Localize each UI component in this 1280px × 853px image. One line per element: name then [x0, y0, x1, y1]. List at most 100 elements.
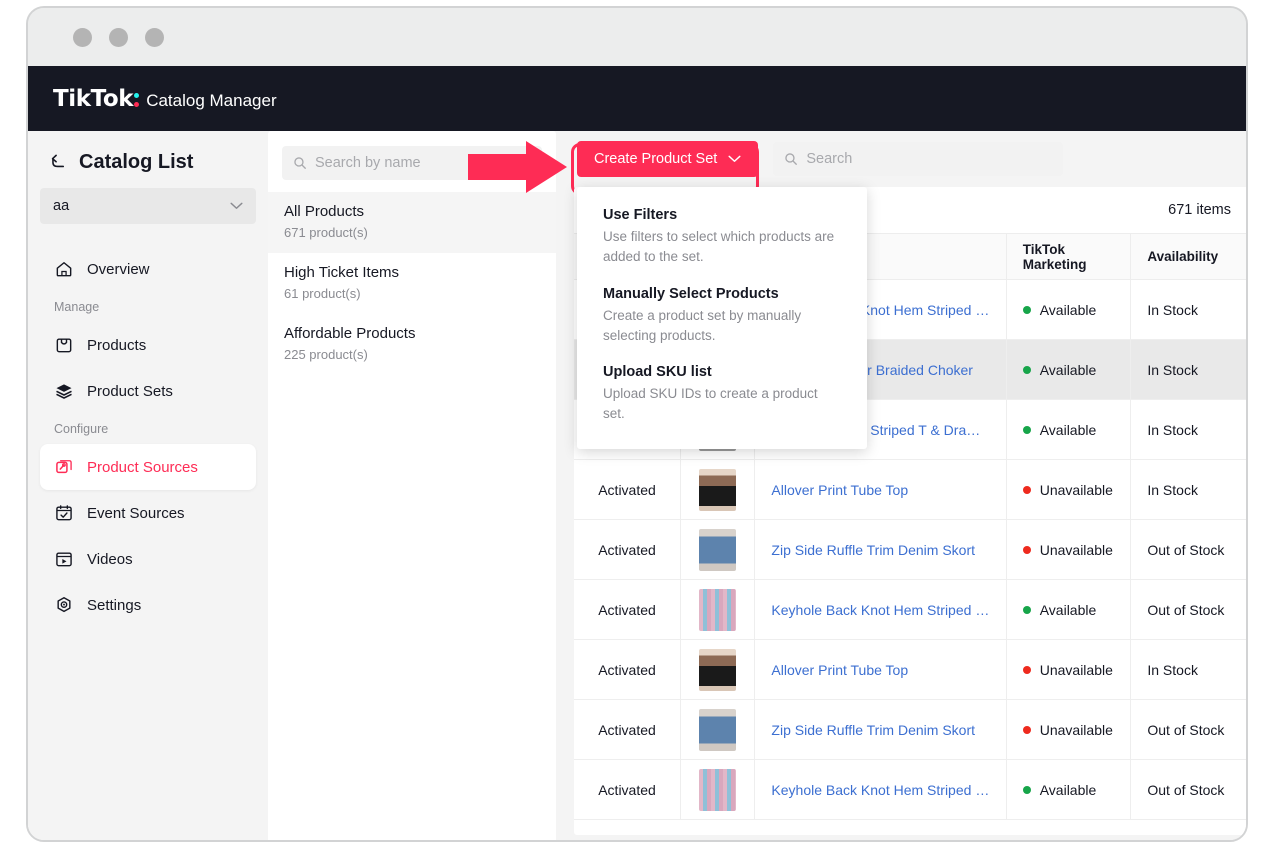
sidebar-item-overview[interactable]: Overview — [40, 246, 256, 292]
layers-icon — [54, 381, 74, 401]
sidebar-item-label: Product Sets — [87, 383, 173, 400]
product-thumbnail — [699, 709, 736, 751]
catalog-item-affordable-products[interactable]: Affordable Products 225 product(s) — [268, 314, 556, 375]
sidebar-item-label: Overview — [87, 261, 150, 278]
cell-name: Allover Print Tube Top — [755, 460, 1006, 520]
sidebar-item-label: Settings — [87, 597, 141, 614]
product-searchbox[interactable] — [773, 142, 1063, 176]
create-product-set-menu: Use Filters Use filters to select which … — [577, 187, 867, 449]
catalog-list-title: Catalog List — [79, 151, 193, 174]
bag-icon — [54, 335, 74, 355]
product-name-link[interactable]: Allover Print Tube Top — [771, 482, 989, 498]
cell-thumbnail — [681, 580, 755, 640]
status-dot-available — [1023, 786, 1031, 794]
menu-item-use-filters[interactable]: Use Filters Use filters to select which … — [577, 201, 867, 280]
catalog-list-header[interactable]: Catalog List — [40, 145, 256, 188]
table-row[interactable]: Activated Allover Print Tube Top Unavail… — [574, 460, 1248, 520]
app-viewport: TikTok Catalog Manager Catalog List aa — [28, 66, 1248, 842]
cell-thumbnail — [681, 700, 755, 760]
cell-name: Keyhole Back Knot Hem Striped BlousE — [755, 580, 1006, 640]
catalog-item-count: 61 product(s) — [284, 286, 540, 301]
table-row[interactable]: Activated Zip Side Ruffle Trim Denim Sko… — [574, 700, 1248, 760]
window-close-dot[interactable] — [73, 28, 92, 47]
cell-thumbnail — [681, 760, 755, 820]
cell-thumbnail — [681, 520, 755, 580]
sidebar-item-label: Product Sources — [87, 459, 198, 476]
table-row[interactable]: Activated Keyhole Back Knot Hem Striped … — [574, 580, 1248, 640]
cell-availability: In Stock — [1131, 340, 1248, 400]
cell-availability: In Stock — [1131, 640, 1248, 700]
cell-status: Activated — [574, 520, 681, 580]
status-dot-available — [1023, 426, 1031, 434]
window-minimize-dot[interactable] — [109, 28, 128, 47]
menu-item-manually-select-products[interactable]: Manually Select Products Create a produc… — [577, 280, 867, 359]
items-count: 671 items — [1168, 202, 1231, 218]
sidebar-item-settings[interactable]: Settings — [40, 582, 256, 628]
create-product-set-button[interactable]: Create Product Set — [577, 141, 758, 177]
menu-item-upload-sku-list[interactable]: Upload SKU list Upload SKU IDs to create… — [577, 358, 867, 437]
product-name-link[interactable]: Zip Side Ruffle Trim Denim Skort — [771, 542, 989, 558]
account-selector[interactable]: aa — [40, 188, 256, 224]
table-row[interactable]: Activated Keyhole Back Knot Hem Striped … — [574, 760, 1248, 820]
create-product-set-wrapper: Create Product Set Use Filters Use filte… — [577, 141, 758, 177]
marketing-status: Unavailable — [1040, 542, 1113, 558]
back-arrow-icon — [49, 153, 68, 172]
sidebar-group-configure: Configure — [40, 414, 256, 444]
catalog-item-high-ticket-items[interactable]: High Ticket Items 61 product(s) — [268, 253, 556, 314]
product-name-link[interactable]: Keyhole Back Knot Hem Striped BlousE — [771, 782, 989, 798]
sidebar-item-label: Products — [87, 337, 146, 354]
cell-name: Zip Side Ruffle Trim Denim Skort — [755, 700, 1006, 760]
window-titlebar — [28, 8, 1246, 66]
column-header-tiktok-marketing: TikTok Marketing — [1006, 234, 1131, 280]
sidebar-item-label: Videos — [87, 551, 133, 568]
cell-availability: In Stock — [1131, 460, 1248, 520]
catalog-list-panel: All Products 671 product(s) High Ticket … — [268, 131, 556, 842]
sidebar-item-product-sources[interactable]: Product Sources — [40, 444, 256, 490]
product-thumbnail — [699, 769, 736, 811]
status-dot-unavailable — [1023, 666, 1031, 674]
status-dot-available — [1023, 306, 1031, 314]
product-thumbnail — [699, 529, 736, 571]
catalog-item-all-products[interactable]: All Products 671 product(s) — [268, 192, 556, 253]
product-thumbnail — [699, 589, 736, 631]
main-content: Create Product Set Use Filters Use filte… — [556, 131, 1248, 842]
product-sources-icon — [54, 457, 74, 477]
menu-item-title: Manually Select Products — [603, 286, 841, 302]
product-thumbnail — [699, 649, 736, 691]
table-row[interactable]: Activated Zip Side Ruffle Trim Denim Sko… — [574, 520, 1248, 580]
sidebar-group-manage: Manage — [40, 292, 256, 322]
status-dot-available — [1023, 606, 1031, 614]
cell-availability: Out of Stock — [1131, 760, 1248, 820]
table-row[interactable]: Activated Allover Print Tube Top Unavail… — [574, 640, 1248, 700]
settings-icon — [54, 595, 74, 615]
app-header: TikTok Catalog Manager — [28, 66, 1248, 131]
search-icon — [784, 152, 798, 166]
menu-item-description: Create a product set by manually selecti… — [603, 306, 841, 347]
cell-marketing: Unavailable — [1006, 460, 1131, 520]
browser-window: TikTok Catalog Manager Catalog List aa — [26, 6, 1248, 842]
status-dot-unavailable — [1023, 486, 1031, 494]
sidebar-item-videos[interactable]: Videos — [40, 536, 256, 582]
chevron-down-icon — [230, 202, 243, 210]
sidebar-item-label: Event Sources — [87, 505, 185, 522]
status-dot-available — [1023, 366, 1031, 374]
product-thumbnail — [699, 469, 736, 511]
product-name-link[interactable]: Keyhole Back Knot Hem Striped BlousE — [771, 602, 989, 618]
catalog-item-count: 225 product(s) — [284, 347, 540, 362]
calendar-check-icon — [54, 503, 74, 523]
cell-thumbnail — [681, 460, 755, 520]
marketing-status: Unavailable — [1040, 722, 1113, 738]
window-maximize-dot[interactable] — [145, 28, 164, 47]
sidebar-item-event-sources[interactable]: Event Sources — [40, 490, 256, 536]
menu-item-title: Use Filters — [603, 207, 841, 223]
product-name-link[interactable]: Allover Print Tube Top — [771, 662, 989, 678]
sidebar-item-product-sets[interactable]: Product Sets — [40, 368, 256, 414]
cell-marketing: Available — [1006, 340, 1131, 400]
sidebar-item-products[interactable]: Products — [40, 322, 256, 368]
annotation-arrow-icon — [468, 139, 568, 195]
cell-thumbnail — [681, 640, 755, 700]
cell-status: Activated — [574, 640, 681, 700]
menu-item-title: Upload SKU list — [603, 364, 841, 380]
product-name-link[interactable]: Zip Side Ruffle Trim Denim Skort — [771, 722, 989, 738]
product-search-input[interactable] — [806, 151, 1052, 167]
